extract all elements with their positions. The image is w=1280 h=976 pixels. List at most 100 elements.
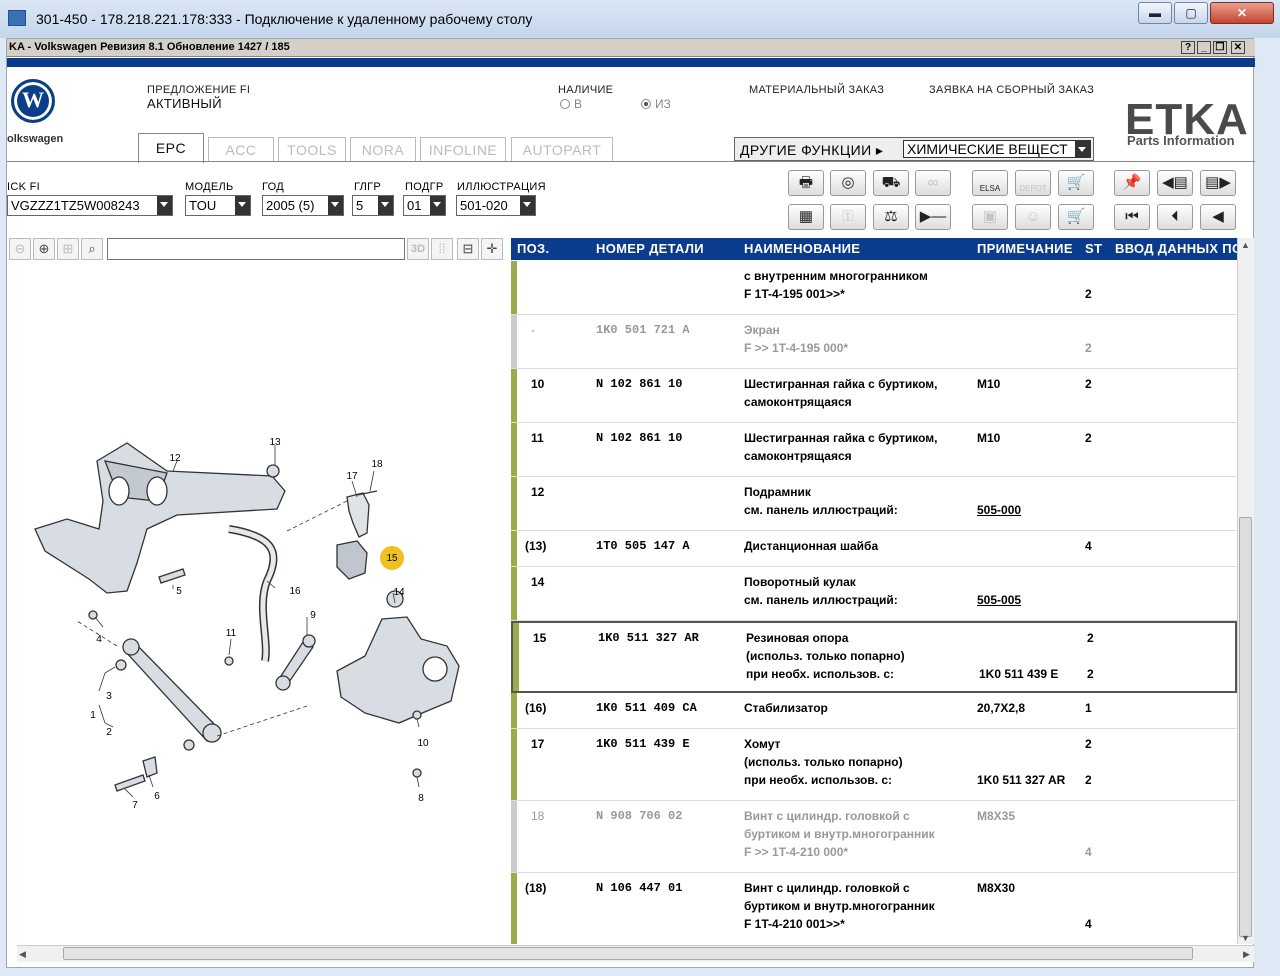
scroll-down-icon[interactable]: ▼ [1241,933,1250,943]
diagram-label[interactable]: 3 [106,691,112,702]
table-row[interactable]: (13) 1T0 505 147 A Дистанционная шайба 4 [511,531,1237,567]
tab-infoline[interactable]: INFOLINE [420,137,506,162]
scroll-right-icon[interactable]: ▶ [1243,949,1250,960]
diagram-label[interactable]: 8 [418,793,424,804]
table-row[interactable]: 14 Поворотный кулак см. панель иллюстраци… [511,567,1237,621]
table-row[interactable]: 12 Подрамник см. панель иллюстраций: 505-0… [511,477,1237,531]
vertical-scroll-thumb[interactable] [1239,517,1252,937]
illustration-select[interactable]: 501-020 [456,195,536,216]
diagram-label[interactable]: 17 [346,471,358,482]
diagram-label[interactable]: 12 [169,453,181,464]
diagram-label[interactable]: 11 [226,628,237,639]
chevron-down-icon[interactable] [430,196,445,215]
col-pos[interactable]: ПОЗ. [517,241,549,256]
table-row[interactable]: (18) N 106 447 01 Винт с цилиндр. головкой… [511,873,1237,944]
radio-in[interactable]: В [560,97,582,111]
scale-icon[interactable]: ⚖ [873,204,909,230]
cars-icon[interactable]: ⛟ [873,170,909,196]
close-button[interactable]: ✕ [1210,2,1274,24]
diagram-label[interactable]: 4 [96,634,102,645]
col-part-number[interactable]: НОМЕР ДЕТАЛИ [596,241,704,256]
diagram-label[interactable]: 1 [90,710,96,721]
grid-view-icon[interactable]: ⁞⁞ [431,238,453,260]
zoom-fit-icon[interactable]: ⊞ [57,238,79,260]
3d-icon[interactable]: 3D [407,238,429,260]
col-note[interactable]: ПРИМЕЧАНИЕ [977,241,1073,256]
scroll-left-icon[interactable]: ◀ [19,949,26,960]
cart-icon[interactable]: 🛒 [1058,170,1094,196]
table-row[interactable]: 11 N 102 861 10 Шестигранная гайка с бурти… [511,423,1237,477]
help-button[interactable]: ? [1181,41,1195,54]
chevron-down-icon[interactable] [520,196,535,215]
subgroup-select[interactable]: 01 [403,195,446,216]
app-minimize-button[interactable]: _ [1197,41,1211,54]
tab-acc[interactable]: ACC [208,137,274,162]
play-step-icon[interactable]: ▶— [915,204,951,230]
vin-select[interactable]: VGZZZ1TZ5W008243 [7,195,173,216]
diagram-label[interactable]: 10 [417,738,429,749]
depot-icon[interactable]: DEPOT [1015,170,1051,196]
scroll-up-icon[interactable]: ▲ [1241,240,1250,250]
model-select[interactable]: TOU [185,195,251,216]
cart-add-icon[interactable]: 🛒 [1058,204,1094,230]
zoom-in-icon[interactable]: ⊕ [33,238,55,260]
chevron-down-icon[interactable] [157,196,172,215]
diagram-label[interactable]: 13 [269,437,281,448]
table-row[interactable]: 17 1K0 511 439 E Хомут (использ. только поп… [511,729,1237,801]
diagram-label[interactable]: 5 [176,586,182,597]
app-restore-button[interactable]: ❐ [1213,41,1227,54]
chevron-down-icon[interactable] [328,196,343,215]
col-qty[interactable]: ST [1085,241,1102,256]
year-select[interactable]: 2005 (5) [262,195,344,216]
diagram-label[interactable]: 14 [393,587,405,598]
table-row[interactable]: с внутренним многогранником F 1T-4-195 00… [511,261,1237,315]
elsa-icon[interactable]: ELSA [972,170,1008,196]
zoom-out-icon[interactable]: ⊖ [9,238,31,260]
material-order-link[interactable]: МАТЕРИАЛЬНЫЙ ЗАКАЗ [749,84,884,96]
table-row[interactable]: 18 N 908 706 02 Винт с цилиндр. головкой с… [511,801,1237,873]
other-functions[interactable]: ДРУГИЕ ФУНКЦИИ ▸ ХИМИЧЕСКИЕ ВЕЩЕСТ [734,137,1094,161]
back-icon[interactable]: ◀ [1200,204,1236,230]
chevron-down-icon[interactable] [378,196,393,215]
diagram-label[interactable]: 18 [371,459,383,470]
tab-epc[interactable]: EPC [138,133,204,163]
diagram-label[interactable]: 9 [310,610,316,621]
parts-illustration[interactable]: 12 13 17 18 15 5 16 4 14 9 11 3 1 2 10 7… [7,261,507,944]
col-name[interactable]: НАИМЕНОВАНИЕ [744,241,860,256]
col-data-entry[interactable]: ВВОД ДАННЫХ ПО [1115,241,1242,256]
print-icon[interactable]: 🖶 [788,170,824,196]
tab-tools[interactable]: TOOLS [278,137,346,162]
table-row[interactable]: 10 N 102 861 10 Шестигранная гайка с бурти… [511,369,1237,423]
tab-nora[interactable]: NORA [350,137,416,162]
maximize-button[interactable]: ▢ [1174,2,1208,24]
cd-icon[interactable]: ◎ [830,170,866,196]
page-next-icon[interactable]: ▤▶ [1200,170,1236,196]
diagram-label[interactable]: 2 [106,727,112,738]
diagram-label[interactable]: 15 [386,553,398,564]
user-icon[interactable]: ☺ [1015,204,1051,230]
key-icon[interactable]: ⚿ [830,204,866,230]
group-select[interactable]: 5 [352,195,394,216]
table-row[interactable]: - 1K0 501 721 A Экран F >> 1T-4-195 000* 2 [511,315,1237,369]
assembly-order-link[interactable]: ЗАЯВКА НА СБОРНЫЙ ЗАКАЗ [929,84,1094,96]
page-prev-icon[interactable]: ◀▤ [1157,170,1193,196]
table-row[interactable]: 15 1K0 511 327 AR Резиновая опора (использ.… [511,621,1237,693]
chevron-down-icon[interactable] [1075,141,1090,157]
minimize-button[interactable]: ▬ [1138,2,1172,24]
app-close-button[interactable]: ✕ [1231,41,1245,54]
glasses-icon[interactable]: ∞ [915,170,951,196]
horizontal-scroll-thumb[interactable] [63,947,1193,960]
illustration-search-input[interactable] [107,238,405,260]
diagram-label[interactable]: 7 [132,800,138,811]
pin-icon[interactable]: 📌 [1114,170,1150,196]
list-icon[interactable]: ▦ [788,204,824,230]
radio-from[interactable]: ИЗ [641,97,671,111]
diagram-label[interactable]: 6 [154,791,160,802]
first-icon[interactable]: ⏮ [1114,204,1150,230]
prev-icon[interactable]: ⏴ [1157,204,1193,230]
other-functions-select[interactable]: ХИМИЧЕСКИЕ ВЕЩЕСТ [903,140,1091,158]
service-icon[interactable]: ▣ [972,204,1008,230]
layout-icon[interactable]: ⊟ [457,238,479,260]
chevron-down-icon[interactable] [235,196,250,215]
move-icon[interactable]: ✛ [481,238,503,260]
